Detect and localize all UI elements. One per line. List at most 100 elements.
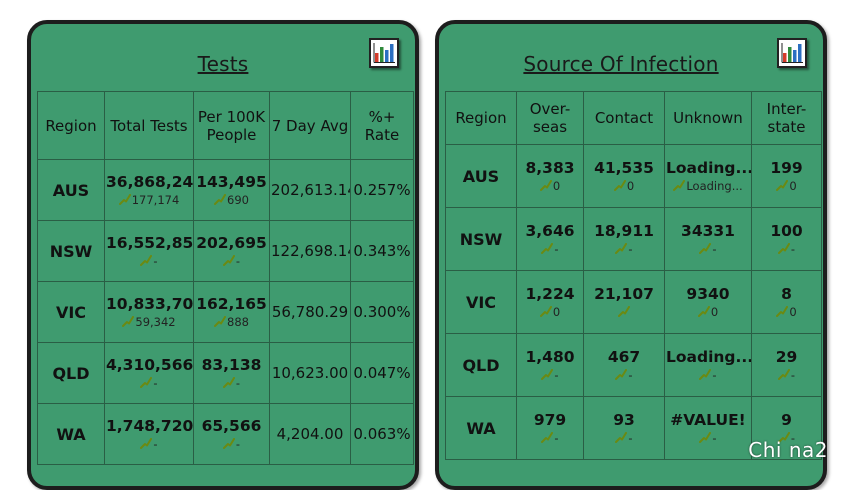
cell-delta — [585, 304, 663, 320]
rate-cell: 0.047% — [350, 342, 414, 404]
delta-text: - — [554, 242, 559, 256]
table-row: QLD 1,480 - 467 - Loading... - 29 - — [445, 333, 822, 397]
overseas-cell: 1,480 - — [516, 333, 584, 397]
rate-cell: 0.257% — [350, 159, 414, 221]
trend-icon — [617, 305, 631, 319]
delta-text: 690 — [227, 193, 249, 207]
rate-cell: 0.300% — [350, 281, 414, 343]
delta-text: - — [153, 254, 158, 268]
trend-icon — [615, 242, 628, 256]
cell-delta: 0 — [518, 304, 582, 320]
contact-cell: 467 - — [583, 333, 665, 397]
column-header: Inter-state — [751, 91, 822, 145]
trend-icon — [140, 376, 153, 390]
trend-icon — [140, 437, 153, 451]
cell-value: 979 — [533, 411, 567, 429]
unknown-cell: #VALUE! - — [664, 396, 752, 460]
cell-delta: - — [518, 367, 582, 383]
column-header: Region — [445, 91, 517, 145]
cell-delta: - — [106, 375, 192, 391]
column-header: Per 100K People — [193, 91, 270, 160]
contact-cell: 41,535 0 — [583, 144, 665, 208]
cell-value: 1,480 — [525, 348, 575, 366]
cell-delta: - — [106, 436, 192, 452]
trend-icon — [118, 193, 132, 207]
trend-icon — [539, 305, 553, 319]
cell-delta: Loading... — [666, 178, 750, 194]
cell-value: 202,695 — [196, 234, 267, 252]
cell-value: 199 — [770, 159, 803, 177]
overseas-cell: 979 - — [516, 396, 584, 460]
table-row: NSW16,552,852 - 202,695 - 122,698.140.343% — [37, 220, 414, 282]
trend-icon — [214, 315, 227, 329]
trend-icon — [699, 242, 712, 256]
column-header: %+ Rate — [350, 91, 414, 160]
delta-text: 888 — [227, 315, 249, 329]
tests-title: Tests — [197, 52, 249, 76]
total-tests-cell: 10,833,700 59,342 — [104, 281, 194, 343]
cell-delta: - — [585, 430, 663, 446]
trend-icon — [541, 242, 554, 256]
column-header: Contact — [583, 91, 665, 145]
total-tests-cell: 4,310,566 - — [104, 342, 194, 404]
per100k-cell: 65,566 - — [193, 403, 270, 465]
cell-delta: 888 — [195, 314, 268, 330]
source-panel: Source Of Infection Region Over-seas Conta… — [435, 20, 827, 490]
cell-delta: - — [666, 241, 750, 257]
cell-delta: - — [585, 367, 663, 383]
delta-text: - — [554, 368, 559, 382]
cell-delta: - — [585, 241, 663, 257]
per100k-cell: 83,138 - — [193, 342, 270, 404]
overseas-cell: 8,383 0 — [516, 144, 584, 208]
region-label: WA — [445, 396, 517, 460]
trend-icon — [222, 376, 236, 390]
delta-text: - — [790, 242, 796, 256]
bar-chart-icon[interactable] — [777, 38, 807, 68]
cell-value: Loading... — [666, 348, 752, 366]
delta-text: - — [153, 376, 158, 390]
cell-value: 10,833,700 — [106, 295, 194, 313]
cell-value: 4,310,566 — [106, 356, 194, 374]
delta-text: - — [235, 437, 241, 451]
delta-text: - — [712, 431, 717, 445]
delta-text: 59,342 — [135, 315, 176, 329]
cell-value: 3,646 — [525, 222, 575, 240]
delta-text: - — [235, 254, 241, 268]
cell-delta: - — [106, 253, 192, 269]
delta-text: - — [790, 368, 796, 382]
avg7-cell: 56,780.29 — [269, 281, 351, 343]
table-row: AUS36,868,244 177,174 143,495 690 202,613.14… — [37, 159, 414, 221]
delta-text: - — [712, 368, 717, 382]
cell-value: 467 — [607, 348, 641, 366]
cell-delta: - — [666, 367, 750, 383]
cell-delta: - — [753, 367, 820, 383]
cell-delta: 177,174 — [106, 192, 192, 208]
cell-delta: - — [518, 241, 582, 257]
cell-value: 34331 — [681, 222, 735, 240]
cell-value: 36,868,244 — [106, 173, 194, 191]
trend-icon — [777, 242, 791, 256]
per100k-cell: 202,695 - — [193, 220, 270, 282]
cell-delta: - — [195, 253, 268, 269]
delta-text: - — [153, 437, 158, 451]
unknown-cell: 9340 0 — [664, 270, 752, 334]
delta-text: 0 — [626, 179, 635, 193]
bar-chart-icon[interactable] — [369, 38, 399, 68]
contact-cell: 21,107 — [583, 270, 665, 334]
trend-icon — [697, 305, 711, 319]
interstate-cell: 29 - — [751, 333, 822, 397]
watermark: Chi na2 — [748, 438, 828, 462]
per100k-cell: 143,495 690 — [193, 159, 270, 221]
trend-icon — [673, 179, 686, 193]
trend-icon — [541, 368, 554, 382]
region-label: AUS — [445, 144, 517, 208]
region-label: QLD — [445, 333, 517, 397]
cell-value: #VALUE! — [670, 411, 746, 429]
trend-icon — [777, 368, 791, 382]
region-label: QLD — [37, 342, 105, 404]
total-tests-cell: 1,748,720 - — [104, 403, 194, 465]
cell-delta: - — [666, 430, 750, 446]
avg7-cell: 122,698.14 — [269, 220, 351, 282]
table-row: WA 1,748,720 - 65,566 - 4,204.00 0.063% — [37, 403, 414, 465]
interstate-cell: 80 — [751, 270, 822, 334]
